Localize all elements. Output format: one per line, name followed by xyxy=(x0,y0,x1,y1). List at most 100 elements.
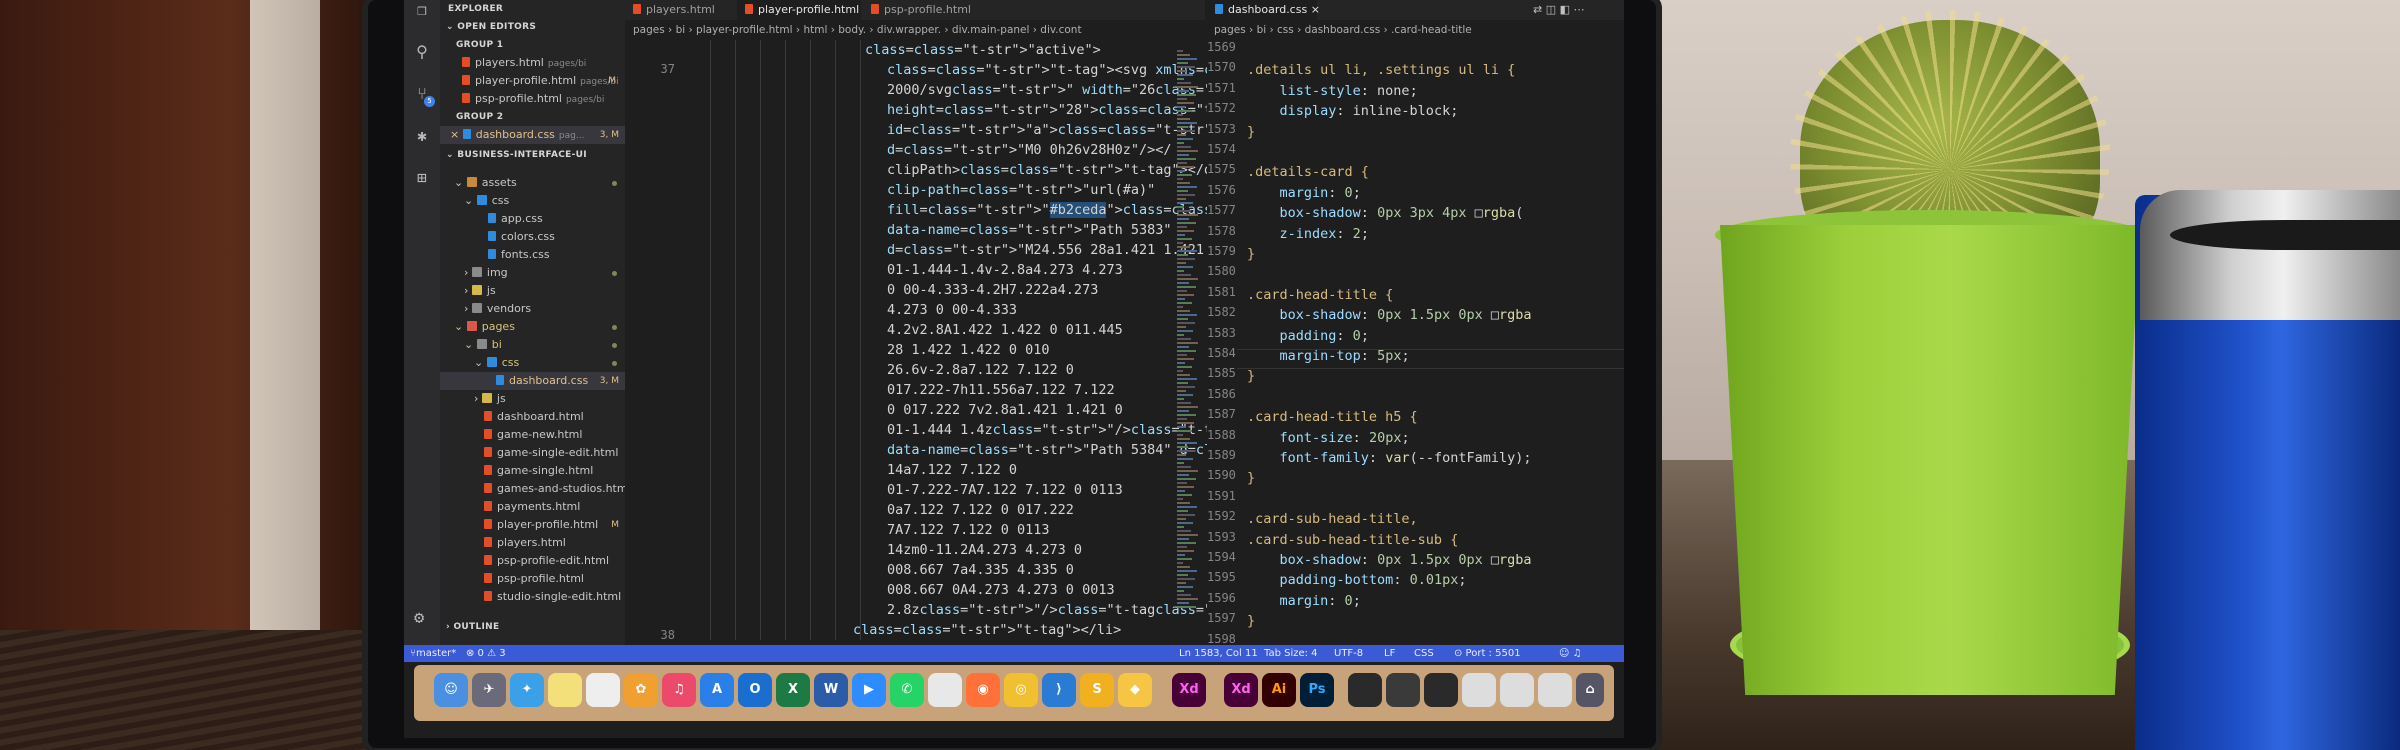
live-server-port[interactable]: ⊙ Port : 5501 xyxy=(1454,645,1521,662)
problems-indicator[interactable]: ⊗ 0 ⚠ 3 xyxy=(466,645,506,662)
project-header[interactable]: ⌄ BUSINESS-INTERFACE-UI xyxy=(446,146,587,164)
editor-tabs-right: dashboard.css × ⇄ ◫ ◧ ⋯ xyxy=(1207,0,1624,20)
window-thumbnail-icon[interactable] xyxy=(1348,673,1382,707)
window-thumbnail-icon[interactable] xyxy=(1538,673,1572,707)
breadcrumb-left[interactable]: pages › bi › player-profile.html › html … xyxy=(633,22,1203,38)
folder-css[interactable]: ⌄ css xyxy=(464,192,509,210)
code-line: display: inline-block; xyxy=(1247,103,1459,120)
file-item[interactable]: games-and-studios.html xyxy=(484,480,631,498)
music-icon[interactable]: ♫ xyxy=(662,673,696,707)
eol[interactable]: LF xyxy=(1384,645,1395,662)
file-item[interactable]: game-single.html xyxy=(484,462,593,480)
tab-size[interactable]: Tab Size: 4 xyxy=(1264,645,1318,662)
illustrator-icon[interactable]: Ai xyxy=(1262,673,1296,707)
vscode-icon[interactable]: ⟩ xyxy=(1042,673,1076,707)
folder-pages[interactable]: ⌄ pages xyxy=(454,318,625,336)
folder-vendors[interactable]: › vendors xyxy=(464,300,531,318)
folder-name: js xyxy=(486,284,496,297)
folder-bi[interactable]: ⌄ bi xyxy=(464,336,625,354)
slack-icon[interactable] xyxy=(928,673,962,707)
search-icon[interactable]: ⚲ xyxy=(412,42,432,62)
encoding[interactable]: UTF-8 xyxy=(1334,645,1363,662)
folder-bi-css[interactable]: ⌄ css xyxy=(474,354,625,372)
language-mode[interactable]: CSS xyxy=(1414,645,1434,662)
file-colors-css[interactable]: colors.css xyxy=(488,228,555,246)
app-store-icon[interactable]: A xyxy=(700,673,734,707)
file-dashboard-css[interactable]: dashboard.css 3, M xyxy=(440,372,625,390)
launchpad-icon[interactable]: ✈ xyxy=(472,673,506,707)
tab-dashboard-css[interactable]: dashboard.css × xyxy=(1207,0,1320,20)
trash-icon[interactable]: ⌂ xyxy=(1576,673,1604,707)
sketch-icon[interactable]: ◆ xyxy=(1118,673,1152,707)
file-item[interactable]: players.html xyxy=(484,534,566,552)
tab-players[interactable]: players.html xyxy=(625,0,735,20)
open-file-psp-profile[interactable]: psp-profile.html pages/bi xyxy=(462,90,622,108)
indent-guide xyxy=(735,40,736,640)
file-item[interactable]: player-profile.html M xyxy=(484,516,625,534)
window-thumbnail-icon[interactable] xyxy=(1386,673,1420,707)
indent-guide xyxy=(860,40,861,640)
files-icon[interactable]: ❐ xyxy=(412,0,432,20)
zoom-icon[interactable]: ▶ xyxy=(852,673,886,707)
open-file-players[interactable]: players.html pages/bi xyxy=(462,54,622,72)
debug-icon[interactable]: ✱ xyxy=(412,126,432,146)
feedback-icon[interactable]: ☺ ♫ xyxy=(1559,645,1582,662)
adobe-xd-icon[interactable]: Xd xyxy=(1172,673,1206,707)
photos-icon[interactable]: ✿ xyxy=(624,673,658,707)
chrome-icon[interactable]: ◎ xyxy=(1004,673,1038,707)
adobe-xd-icon[interactable]: Xd xyxy=(1224,673,1258,707)
window-thumbnail-icon[interactable] xyxy=(1424,673,1458,707)
file-item[interactable]: game-new.html xyxy=(484,426,582,444)
wooden-desk-left xyxy=(0,630,400,750)
modified-indicator: 3, M xyxy=(599,130,619,140)
gear-icon[interactable]: ⚙ xyxy=(414,608,424,628)
firefox-icon[interactable]: ◉ xyxy=(966,673,1000,707)
sublime-icon[interactable]: S xyxy=(1080,673,1114,707)
whatsapp-icon[interactable]: ✆ xyxy=(890,673,924,707)
code-editor-left[interactable]: 37 38 class=class="t-str">"active"> class… xyxy=(625,40,1624,645)
file-item[interactable]: studio-single-edit.html xyxy=(484,588,621,606)
branch-indicator[interactable]: ⑂ master* xyxy=(410,645,456,662)
window-thumbnail-icon[interactable] xyxy=(1500,673,1534,707)
file-item[interactable]: psp-profile-edit.html xyxy=(484,552,609,570)
outline-header[interactable]: › OUTLINE xyxy=(446,618,499,636)
indent-guide xyxy=(710,40,711,640)
folder-img[interactable]: › img xyxy=(464,264,625,282)
minimap-left[interactable] xyxy=(1177,50,1199,610)
window-thumbnail-icon[interactable] xyxy=(1462,673,1496,707)
code-line: } xyxy=(1247,246,1256,262)
file-item[interactable]: payments.html xyxy=(484,498,580,516)
file-item[interactable]: psp-profile.html xyxy=(484,570,584,588)
notes-icon[interactable] xyxy=(548,673,582,707)
folder-js[interactable]: › js xyxy=(464,282,496,300)
cursor-position[interactable]: Ln 1583, Col 11 xyxy=(1179,645,1258,662)
reminders-icon[interactable] xyxy=(586,673,620,707)
file-item[interactable]: game-single-edit.html xyxy=(484,444,618,462)
line-number: 1588 xyxy=(1207,427,1236,442)
folder-bi-js[interactable]: › js xyxy=(474,390,506,408)
tab-player-profile[interactable]: player-profile.html xyxy=(737,0,861,20)
code-line: } xyxy=(1247,470,1256,487)
open-editors-header[interactable]: ⌄ OPEN EDITORS xyxy=(446,18,536,36)
line-number: 38 xyxy=(660,628,675,642)
open-file-dashboard-css[interactable]: × dashboard.css pag... 3, M xyxy=(440,126,625,144)
file-fonts-css[interactable]: fonts.css xyxy=(488,246,550,264)
outlook-icon[interactable]: O xyxy=(738,673,772,707)
folder-assets[interactable]: ⌄ assets xyxy=(454,174,625,192)
css-file-icon xyxy=(488,213,496,223)
finder-icon[interactable]: ☺ xyxy=(434,673,468,707)
photoshop-icon[interactable]: Ps xyxy=(1300,673,1334,707)
code-editor-right[interactable]: 1569 1570 .details ul li, .settings ul li … xyxy=(1207,40,1624,646)
excel-icon[interactable]: X xyxy=(776,673,810,707)
file-item[interactable]: dashboard.html xyxy=(484,408,584,426)
word-icon[interactable]: W xyxy=(814,673,848,707)
editor-actions[interactable]: ⇄ ◫ ◧ ⋯ xyxy=(1525,0,1624,20)
html-file-icon xyxy=(745,4,753,14)
tab-psp-profile[interactable]: psp-profile.html xyxy=(863,0,981,20)
file-app-css[interactable]: app.css xyxy=(488,210,543,228)
extensions-icon[interactable]: ⊞ xyxy=(412,168,432,188)
safari-icon[interactable]: ✦ xyxy=(510,673,544,707)
status-dot xyxy=(612,343,617,348)
breadcrumb-right[interactable]: pages › bi › css › dashboard.css › .card… xyxy=(1214,22,1624,38)
open-file-player-profile[interactable]: player-profile.html pages/bi M xyxy=(462,72,622,90)
